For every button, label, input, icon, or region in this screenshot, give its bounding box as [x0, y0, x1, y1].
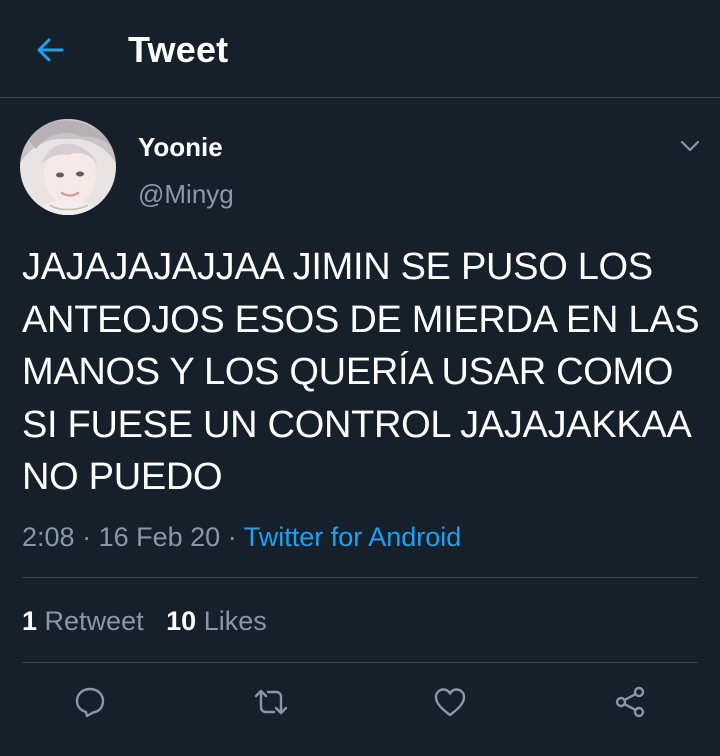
tweet-time: 2:08 [22, 522, 75, 552]
retweets-stat[interactable]: 1 Retweet [22, 606, 144, 636]
likes-stat[interactable]: 10 Likes [166, 606, 267, 636]
engagement-stats: 1 Retweet 10 Likes [22, 604, 267, 638]
tweet-source-link[interactable]: Twitter for Android [244, 522, 462, 552]
like-button[interactable] [432, 684, 468, 720]
chevron-down-icon [680, 140, 700, 152]
author-handle[interactable]: @Minyg [138, 178, 234, 210]
retweet-label: Retweet [44, 606, 144, 636]
avatar[interactable] [20, 119, 116, 215]
top-bar: Tweet [0, 0, 720, 98]
page-title: Tweet [128, 29, 229, 70]
like-count: 10 [166, 606, 197, 636]
retweet-icon [254, 689, 288, 715]
share-button[interactable] [612, 684, 648, 720]
back-button[interactable] [30, 30, 70, 70]
tweet-text: JAJAJAJAJJAA JIMIN SE PUSO LOS ANTEOJOS … [22, 246, 700, 498]
author-name[interactable]: Yoonie [138, 131, 223, 163]
like-label: Likes [203, 606, 267, 636]
reply-button[interactable] [72, 684, 108, 720]
divider [22, 577, 698, 578]
more-options-button[interactable] [674, 130, 706, 162]
divider [22, 662, 698, 663]
retweet-count: 1 [22, 606, 38, 636]
arrow-left-icon [37, 38, 64, 62]
retweet-button[interactable] [253, 684, 289, 720]
share-icon [615, 686, 645, 718]
meta-separator: · [82, 522, 92, 552]
reply-icon [75, 687, 105, 718]
tweet-meta: 2:08 · 16 Feb 20 · Twitter for Android [22, 520, 461, 554]
tweet-date: 16 Feb 20 [98, 522, 221, 552]
avatar-image [20, 119, 116, 215]
meta-separator: · [227, 522, 237, 552]
heart-icon [434, 688, 466, 717]
